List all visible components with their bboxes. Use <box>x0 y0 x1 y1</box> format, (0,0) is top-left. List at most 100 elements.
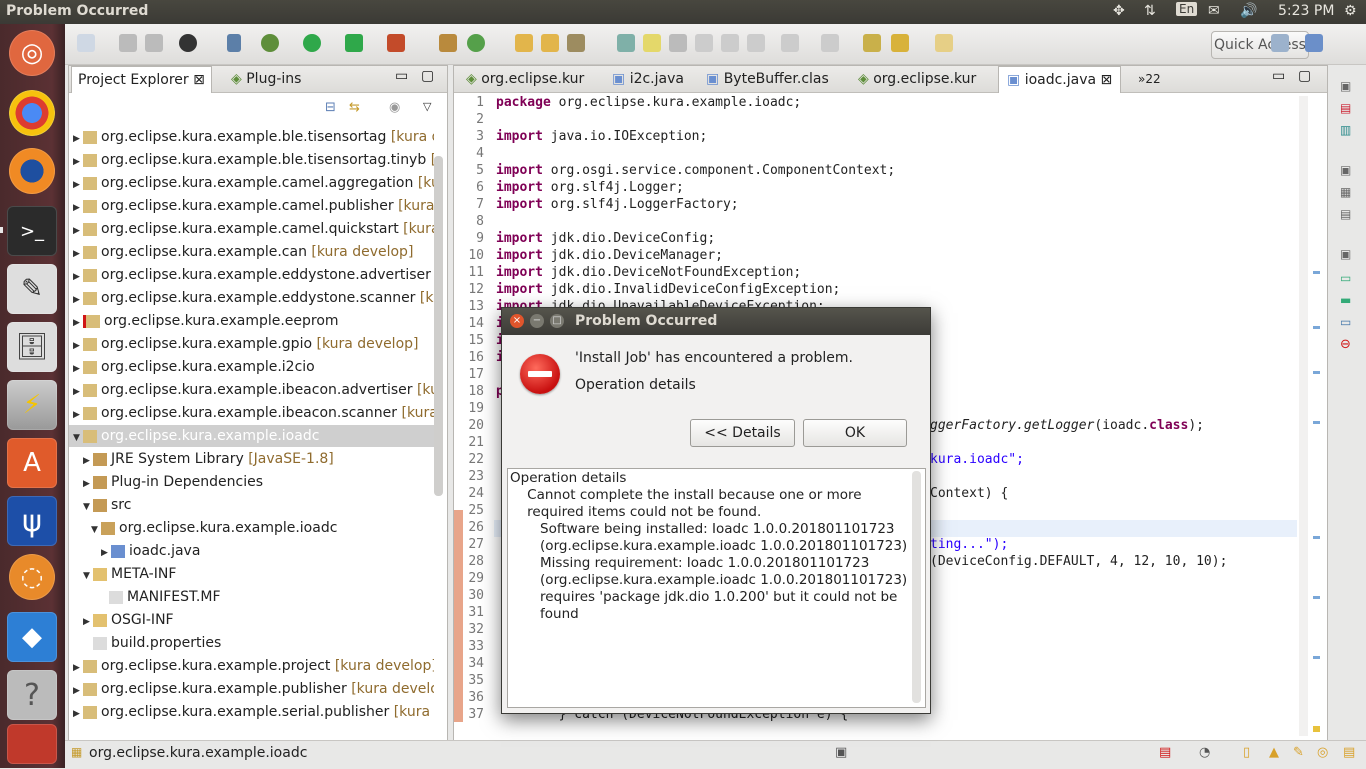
terminal-icon[interactable]: >_ <box>7 206 57 256</box>
external-tools-icon[interactable] <box>387 34 405 52</box>
details-button[interactable]: << Details <box>690 419 795 447</box>
tree-item[interactable]: ▶ Plug-in Dependencies <box>83 471 263 493</box>
palette-icon[interactable]: ▦ <box>1340 185 1351 199</box>
forward-arrow-icon[interactable] <box>935 34 953 52</box>
tree-item[interactable]: ▶ org.eclipse.kura.example.ibeacon.scanne… <box>73 402 434 424</box>
maximize-icon[interactable]: ▢ <box>421 68 434 84</box>
editor-tab-active[interactable]: ▣ ioadc.java ⊠ <box>998 66 1122 93</box>
properties-icon[interactable]: ▤ <box>1340 207 1351 221</box>
annotation-icon[interactable] <box>617 34 635 52</box>
close-icon[interactable]: × <box>510 314 524 328</box>
progress-icon[interactable]: ▬ <box>1340 293 1351 307</box>
restore-icon[interactable]: ▣ <box>1340 79 1351 93</box>
tree-item[interactable]: ▶ org.eclipse.kura.example.gpio [kura dev… <box>73 333 418 355</box>
search-icon[interactable] <box>567 34 585 52</box>
minimize-icon[interactable]: ▭ <box>1272 68 1285 84</box>
next-annotation-icon[interactable] <box>781 34 799 52</box>
back-arrow-icon[interactable] <box>891 34 909 52</box>
restore-icon[interactable]: ▣ <box>1340 163 1351 177</box>
debug-icon[interactable] <box>261 34 279 52</box>
save-all-icon[interactable] <box>145 34 163 52</box>
chrome-icon[interactable] <box>9 90 55 136</box>
tree-item[interactable]: build.properties <box>83 632 221 654</box>
open-perspective-icon[interactable] <box>1271 34 1289 52</box>
swirl-app-icon[interactable]: ◌ <box>9 554 55 600</box>
software-center-icon[interactable]: A <box>7 438 57 488</box>
pilcrow-icon[interactable] <box>747 34 765 52</box>
ubuntu-dash-icon[interactable]: ◎ <box>9 30 55 76</box>
minimize-icon[interactable]: ▭ <box>395 68 408 84</box>
open-type-icon[interactable] <box>515 34 533 52</box>
help-icon[interactable]: ◎ <box>1317 745 1328 760</box>
tree-item[interactable]: ▶ JRE System Library [JavaSE-1.8] <box>83 448 334 470</box>
last-edit-icon[interactable] <box>863 34 881 52</box>
new-icon[interactable] <box>77 34 95 52</box>
error-log-icon[interactable]: ▤ <box>1159 745 1171 760</box>
debug-profile-icon[interactable] <box>179 34 197 52</box>
whitespace-icon[interactable] <box>721 34 739 52</box>
new-class-icon[interactable] <box>467 34 485 52</box>
javadoc-icon[interactable]: ▭ <box>1340 315 1351 329</box>
tree-item[interactable]: ▶ org.eclipse.kura.example.project [kura … <box>73 655 434 677</box>
editor-tab[interactable]: ◈ org.eclipse.kur <box>458 66 592 92</box>
tree-item[interactable]: ▶ org.eclipse.kura.example.ble.tisensorta… <box>73 149 434 171</box>
task-list-icon[interactable]: ▤ <box>1340 101 1351 115</box>
close-icon[interactable]: ⊠ <box>193 72 205 88</box>
tree-item[interactable]: ▶ org.eclipse.kura.example.eeprom <box>73 310 339 332</box>
maximize-icon[interactable]: □ <box>550 314 564 328</box>
tree-item[interactable]: ▶ org.eclipse.kura.example.serial.publish… <box>73 701 434 723</box>
pencil-icon[interactable]: ✎ <box>1293 745 1304 760</box>
save-icon[interactable] <box>119 34 137 52</box>
toggle-icon[interactable] <box>669 34 687 52</box>
restore-icon[interactable]: ▣ <box>1340 247 1351 261</box>
keyboard-layout-indicator[interactable]: En <box>1176 2 1198 16</box>
run-last-icon[interactable] <box>345 34 363 52</box>
dropbox-indicator-icon[interactable]: ✥ <box>1113 3 1125 19</box>
editor-vertical-scrollbar[interactable] <box>1299 96 1308 736</box>
eclipse-lightning-icon[interactable]: ⚡ <box>7 380 57 430</box>
volume-indicator-icon[interactable]: 🔊 <box>1240 3 1257 19</box>
dropbox-icon[interactable]: ◆ <box>7 612 57 662</box>
notes-icon[interactable]: ▤ <box>1343 745 1355 760</box>
close-icon[interactable]: ⊠ <box>1101 72 1113 88</box>
problems-icon[interactable]: ⊖ <box>1340 337 1351 352</box>
details-text-area[interactable]: Operation details Cannot complete the in… <box>507 468 926 708</box>
tree-item[interactable]: ▼ META-INF <box>83 563 176 585</box>
vertical-scrollbar[interactable] <box>434 156 443 496</box>
console-icon[interactable]: ▭ <box>1340 271 1351 285</box>
editor-tab[interactable]: ▣ ByteBuffer.clas <box>698 66 837 92</box>
skip-breakpoints-icon[interactable] <box>227 34 241 52</box>
more-tabs-button[interactable]: »22 <box>1130 66 1169 92</box>
psi-icon[interactable]: ψ <box>7 496 57 546</box>
tree-item[interactable]: ▶ OSGI-INF <box>83 609 174 631</box>
tab-project-explorer[interactable]: Project Explorer ⊠ <box>71 66 212 93</box>
collapse-all-icon[interactable]: ⊟ <box>325 100 336 115</box>
tree-item[interactable]: ▼ org.eclipse.kura.example.ioadc <box>91 517 337 539</box>
tree-item[interactable]: ▶ org.eclipse.kura.example.eddystone.adve… <box>73 264 434 286</box>
java-perspective-icon[interactable] <box>1305 34 1323 52</box>
firefox-icon[interactable] <box>9 148 55 194</box>
run-icon[interactable] <box>303 34 321 52</box>
tree-item[interactable]: ▶ ioadc.java <box>101 540 200 562</box>
new-package-icon[interactable] <box>439 34 457 52</box>
tree-item[interactable]: ▶ org.eclipse.kura.example.camel.quicksta… <box>73 218 434 240</box>
files-icon[interactable]: 🗄 <box>7 322 57 372</box>
focus-icon[interactable]: ◉ <box>389 100 400 115</box>
tree-item[interactable]: ▶ org.eclipse.kura.example.i2cio <box>73 356 315 378</box>
text-editor-icon[interactable]: ✎ <box>7 264 57 314</box>
network-indicator-icon[interactable]: ⇅ <box>1144 3 1156 19</box>
block-select-icon[interactable] <box>695 34 713 52</box>
clock[interactable]: 5:23 PM <box>1278 3 1334 19</box>
minimize-icon[interactable]: − <box>530 314 544 328</box>
tree-item[interactable]: ▶ org.eclipse.kura.example.publisher [kur… <box>73 678 434 700</box>
link-editor-icon[interactable]: ⇆ <box>349 100 360 115</box>
tree-item[interactable]: ▼ src <box>83 494 131 516</box>
power-gear-icon[interactable]: ⚙ <box>1344 3 1357 19</box>
quick-access-field[interactable]: Quick Access <box>1211 31 1309 59</box>
tree-item[interactable]: ▶ org.eclipse.kura.example.ble.tisensorta… <box>73 126 434 148</box>
dialog-titlebar[interactable]: × − □ Problem Occurred <box>502 308 930 335</box>
tab-plug-ins[interactable]: ◈ Plug-ins <box>225 66 307 92</box>
tree-item[interactable]: MANIFEST.MF <box>99 586 221 608</box>
trash-icon[interactable] <box>7 724 57 764</box>
view-menu-icon[interactable]: ▽ <box>423 100 431 113</box>
